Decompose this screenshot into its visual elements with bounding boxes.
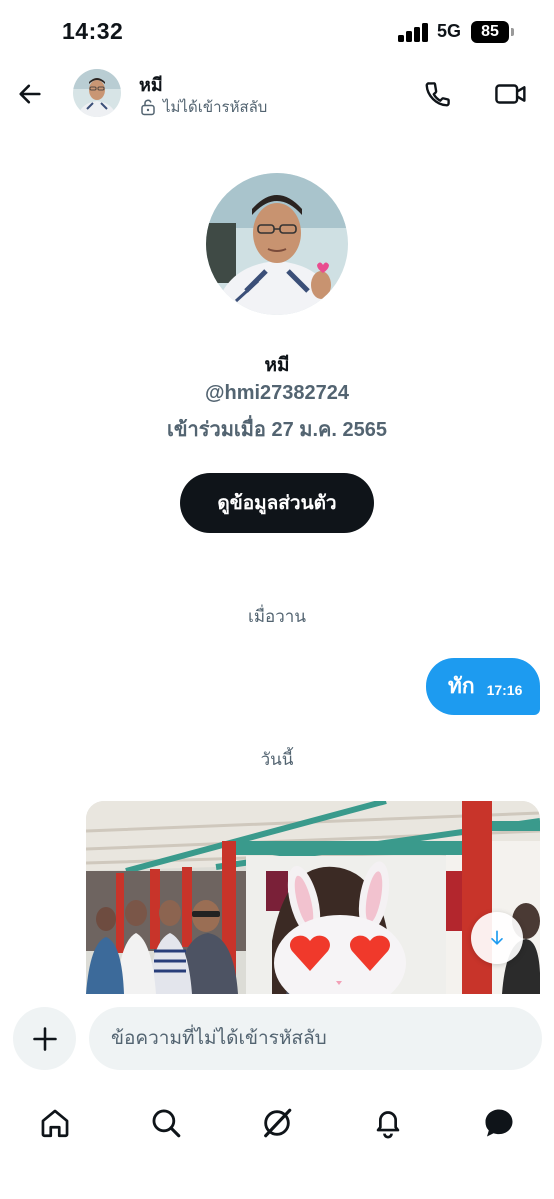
message-time: 17:16 — [486, 681, 523, 698]
tab-home[interactable] — [30, 1098, 80, 1148]
message-text: ทัก — [448, 675, 475, 698]
message-bubble-icon — [485, 1109, 513, 1137]
phone-icon — [425, 82, 450, 107]
call-button[interactable] — [419, 75, 457, 113]
battery-cap — [511, 28, 514, 36]
video-call-button[interactable] — [491, 75, 531, 113]
bottom-tab-bar — [0, 1084, 554, 1199]
profile-avatar[interactable] — [206, 173, 348, 315]
encryption-text: ไม่ได้เข้ารหัสลับ — [163, 99, 268, 116]
profile-joined-date: เข้าร่วมเมื่อ 27 ม.ค. 2565 — [166, 419, 387, 441]
status-time: 14:32 — [62, 18, 124, 44]
encryption-status: ไม่ได้เข้ารหัสลับ — [139, 95, 267, 119]
video-camera-icon — [495, 84, 526, 104]
back-button[interactable] — [12, 76, 48, 112]
battery-level: 85 — [481, 23, 499, 40]
date-separator-yesterday: เมื่อวาน — [248, 607, 306, 626]
tab-grok[interactable] — [252, 1098, 302, 1148]
add-attachment-button[interactable] — [13, 1007, 76, 1070]
header-avatar[interactable] — [73, 69, 121, 117]
arrow-left-icon — [19, 84, 41, 104]
network-type: 5G — [437, 21, 462, 41]
view-profile-button[interactable]: ดูข้อมูลส่วนตัว — [180, 473, 374, 533]
profile-handle: @hmi27382724 — [204, 382, 350, 404]
date-separator-today: วันนี้ — [260, 750, 294, 769]
message-input[interactable] — [89, 1007, 542, 1070]
tab-messages[interactable] — [474, 1098, 524, 1148]
message-composer — [0, 994, 554, 1084]
unlock-icon — [141, 99, 155, 116]
bell-icon — [376, 1111, 400, 1139]
status-bar: 14:32 5G 85 — [0, 0, 554, 62]
plus-icon — [32, 1026, 57, 1051]
home-icon — [41, 1109, 69, 1138]
chat-header: หมี ไม่ได้เข้ารหัสลับ — [0, 62, 554, 124]
outgoing-message-bubble[interactable]: ทัก 17:16 — [426, 658, 540, 715]
signal-strength-icon — [398, 22, 430, 42]
tab-search[interactable] — [141, 1098, 191, 1148]
arrow-down-icon — [491, 930, 503, 945]
profile-name: หมี — [264, 355, 290, 376]
battery-icon: 85 — [471, 21, 509, 43]
scroll-to-bottom-button[interactable] — [471, 912, 523, 964]
search-icon — [152, 1109, 181, 1138]
tab-notifications[interactable] — [363, 1098, 413, 1148]
grok-icon — [264, 1108, 292, 1138]
incoming-image-message[interactable] — [86, 801, 540, 994]
